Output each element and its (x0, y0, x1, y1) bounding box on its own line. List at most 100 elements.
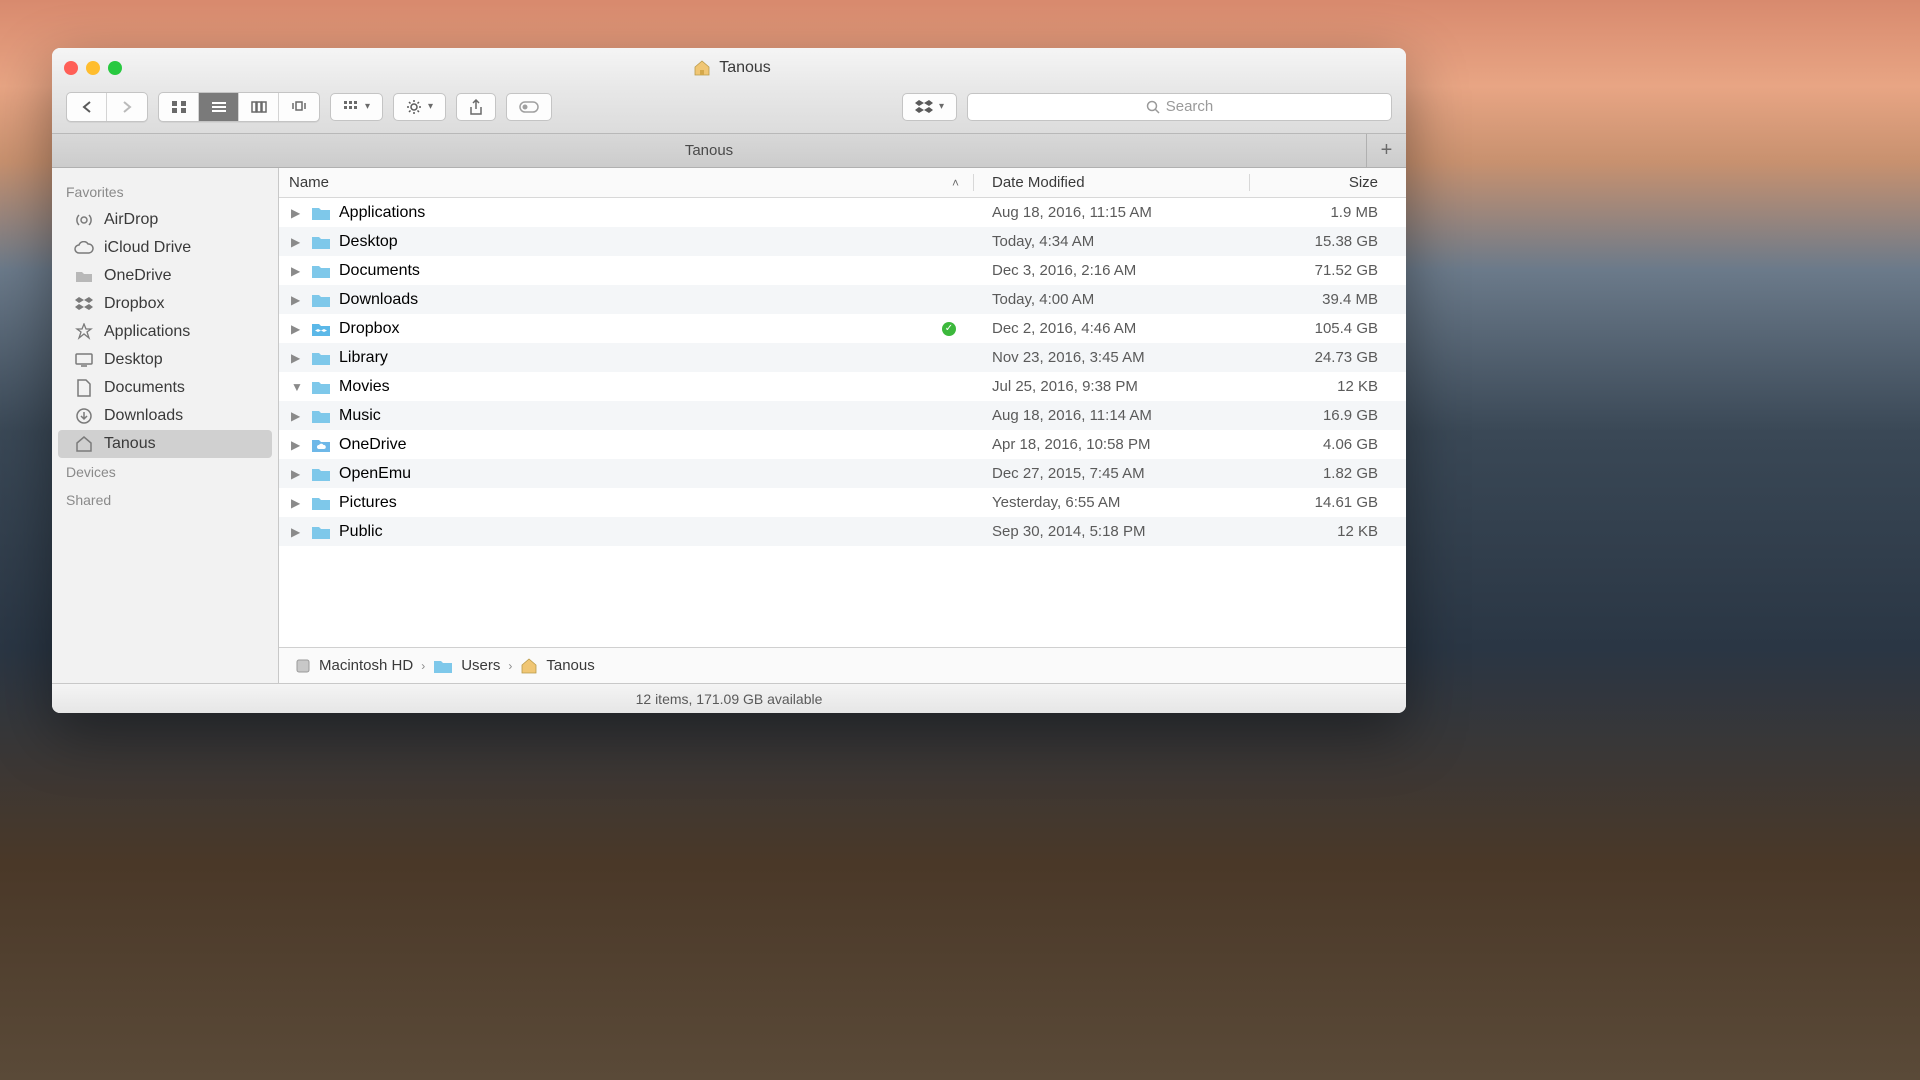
sidebar-section-header[interactable]: Shared (52, 486, 278, 514)
file-size: 105.4 GB (1250, 320, 1406, 337)
documents-icon (74, 379, 94, 397)
column-name[interactable]: Name ˄ (279, 174, 974, 191)
file-name: Music (339, 407, 381, 425)
tab-active[interactable]: Tanous (52, 142, 1366, 159)
coverflow-view-button[interactable] (279, 93, 319, 121)
file-row[interactable]: ▶Dropbox✓Dec 2, 2016, 4:46 AM105.4 GB (279, 314, 1406, 343)
file-date: Yesterday, 6:55 AM (974, 494, 1250, 511)
back-button[interactable] (67, 93, 107, 121)
disclosure-triangle-icon[interactable]: ▶ (291, 206, 303, 220)
arrange-button[interactable]: ▾ (330, 93, 383, 121)
sidebar-section-header[interactable]: Devices (52, 458, 278, 486)
file-date: Aug 18, 2016, 11:14 AM (974, 407, 1250, 424)
airdrop-icon (74, 211, 94, 229)
sidebar-item-dropbox[interactable]: Dropbox (52, 290, 278, 318)
disclosure-triangle-icon[interactable]: ▶ (291, 322, 303, 336)
icon-view-button[interactable] (159, 93, 199, 121)
sidebar-item-icloud-drive[interactable]: iCloud Drive (52, 234, 278, 262)
disclosure-triangle-icon[interactable]: ▶ (291, 409, 303, 423)
folder-gray-icon (74, 267, 94, 285)
sidebar-item-label: OneDrive (104, 267, 172, 285)
path-segment[interactable]: Macintosh HD (319, 657, 413, 674)
file-name: Documents (339, 262, 420, 280)
chevron-down-icon: ▾ (365, 101, 370, 112)
file-size: 39.4 MB (1250, 291, 1406, 308)
window-title: Tanous (122, 59, 1342, 77)
sidebar-item-onedrive[interactable]: OneDrive (52, 262, 278, 290)
file-row[interactable]: ▶LibraryNov 23, 2016, 3:45 AM24.73 GB (279, 343, 1406, 372)
folder-icon (311, 292, 331, 308)
new-tab-button[interactable]: + (1366, 134, 1406, 167)
sidebar-item-airdrop[interactable]: AirDrop (52, 206, 278, 234)
forward-button[interactable] (107, 93, 147, 121)
search-input[interactable]: Search (967, 93, 1392, 121)
file-row[interactable]: ▶ Music Aug 18, 2016, 11:14 AM16.9 GB (279, 401, 1406, 430)
file-row[interactable]: ▶DownloadsToday, 4:00 AM39.4 MB (279, 285, 1406, 314)
file-row[interactable]: ▶DesktopToday, 4:34 AM15.38 GB (279, 227, 1406, 256)
disclosure-triangle-icon[interactable]: ▶ (291, 264, 303, 278)
column-view-button[interactable] (239, 93, 279, 121)
disclosure-triangle-icon[interactable]: ▶ (291, 351, 303, 365)
window-title-text: Tanous (719, 59, 771, 77)
disclosure-triangle-icon[interactable]: ▶ (291, 467, 303, 481)
disclosure-triangle-icon[interactable]: ▶ (291, 525, 303, 539)
path-segment[interactable]: Tanous (546, 657, 594, 674)
file-row[interactable]: ▶DocumentsDec 3, 2016, 2:16 AM71.52 GB (279, 256, 1406, 285)
toolbar: ▾ ▾ ▾ Search (52, 88, 1406, 134)
tab-bar: Tanous + (52, 134, 1406, 168)
list-view-button[interactable] (199, 93, 239, 121)
column-date[interactable]: Date Modified (974, 174, 1250, 191)
share-icon (469, 99, 483, 115)
disclosure-triangle-icon[interactable]: ▶ (291, 235, 303, 249)
file-name: OneDrive (339, 436, 407, 454)
dropbox-button[interactable]: ▾ (902, 93, 957, 121)
sidebar-item-tanous[interactable]: Tanous (58, 430, 272, 458)
sidebar-item-documents[interactable]: Documents (52, 374, 278, 402)
path-separator-icon: › (421, 659, 425, 673)
file-name: Applications (339, 204, 425, 222)
main-pane: Name ˄ Date Modified Size ▶ Applications A… (279, 168, 1406, 683)
column-size[interactable]: Size (1250, 174, 1406, 191)
path-segment[interactable]: Users (461, 657, 500, 674)
sidebar-item-applications[interactable]: Applications (52, 318, 278, 346)
disclosure-triangle-icon[interactable]: ▶ (291, 293, 303, 307)
downloads-icon (74, 407, 94, 425)
nav-buttons (66, 92, 148, 122)
finder-window: Tanous ▾ ▾ ▾ (52, 48, 1406, 713)
folder-icon (311, 495, 331, 511)
file-row[interactable]: ▶PicturesYesterday, 6:55 AM14.61 GB (279, 488, 1406, 517)
file-name: OpenEmu (339, 465, 411, 483)
folder-icon (311, 263, 331, 279)
file-name: Downloads (339, 291, 418, 309)
file-size: 1.82 GB (1250, 465, 1406, 482)
file-size: 12 KB (1250, 523, 1406, 540)
maximize-button[interactable] (108, 61, 122, 75)
sidebar-item-downloads[interactable]: Downloads (52, 402, 278, 430)
file-row[interactable]: ▶PublicSep 30, 2014, 5:18 PM12 KB (279, 517, 1406, 546)
file-row[interactable]: ▶OpenEmuDec 27, 2015, 7:45 AM1.82 GB (279, 459, 1406, 488)
close-button[interactable] (64, 61, 78, 75)
home-icon (74, 435, 94, 453)
tags-button[interactable] (506, 93, 552, 121)
disclosure-triangle-icon[interactable]: ▶ (291, 496, 303, 510)
home-icon (520, 658, 538, 674)
disclosure-triangle-icon[interactable]: ▼ (291, 380, 303, 394)
folder-icon (311, 466, 331, 482)
share-button[interactable] (456, 93, 496, 121)
file-date: Dec 3, 2016, 2:16 AM (974, 262, 1250, 279)
file-size: 1.9 MB (1250, 204, 1406, 221)
file-size: 24.73 GB (1250, 349, 1406, 366)
minimize-button[interactable] (86, 61, 100, 75)
sidebar-section-header[interactable]: Favorites (52, 178, 278, 206)
file-date: Apr 18, 2016, 10:58 PM (974, 436, 1250, 453)
file-size: 16.9 GB (1250, 407, 1406, 424)
disclosure-triangle-icon[interactable]: ▶ (291, 438, 303, 452)
action-button[interactable]: ▾ (393, 93, 446, 121)
sidebar-item-desktop[interactable]: Desktop (52, 346, 278, 374)
status-bar: 12 items, 171.09 GB available (52, 683, 1406, 713)
file-row[interactable]: ▶OneDriveApr 18, 2016, 10:58 PM4.06 GB (279, 430, 1406, 459)
file-name: Library (339, 349, 388, 367)
sidebar-item-label: Documents (104, 379, 185, 397)
file-row[interactable]: ▼MoviesJul 25, 2016, 9:38 PM12 KB (279, 372, 1406, 401)
file-row[interactable]: ▶ApplicationsAug 18, 2016, 11:15 AM1.9 M… (279, 198, 1406, 227)
